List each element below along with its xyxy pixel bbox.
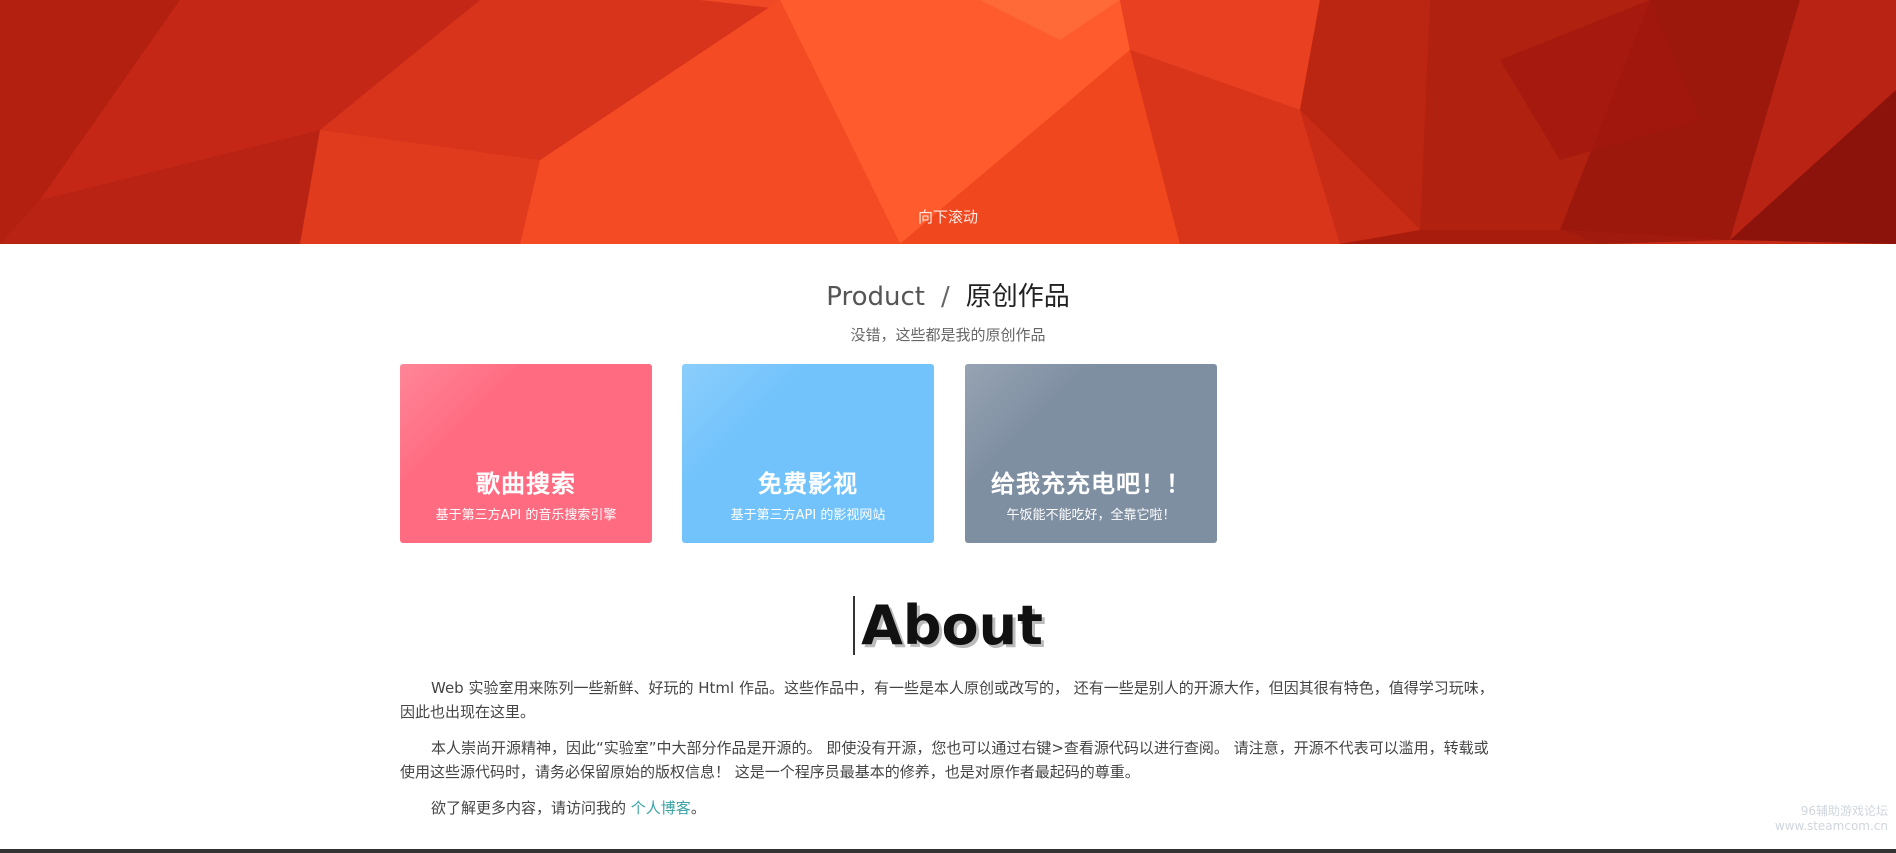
card-song-search[interactable]: 歌曲搜索 基于第三方API 的音乐搜索引擎 [400, 364, 652, 543]
title-separator: / [940, 282, 950, 312]
product-subtitle: 没错，这些都是我的原创作品 [850, 326, 1046, 344]
product-title-en: Product [826, 282, 925, 312]
hero-banner: 向下滚动 [0, 0, 1896, 244]
about-paragraph-3-end: 。 [690, 799, 706, 817]
card-title: 免费影视 [758, 470, 858, 498]
card-title: 歌曲搜索 [476, 470, 576, 498]
product-title-cn: 原创作品 [965, 282, 1070, 312]
card-free-video[interactable]: 免费影视 基于第三方API 的影视网站 [682, 364, 934, 543]
watermark: 96辅助游戏论坛 www.steamcom.cn [1775, 804, 1888, 834]
about-title: About [853, 596, 1043, 655]
about-paragraph-3-text: 欲了解更多内容，请访问我的 [431, 799, 627, 817]
about-paragraph-1: Web 实验室用来陈列一些新鲜、好玩的 Html 作品。这些作品中，有一些是本人… [400, 679, 1494, 721]
card-description: 基于第三方API 的影视网站 [730, 508, 886, 523]
about-content: Web 实验室用来陈列一些新鲜、好玩的 Html 作品。这些作品中，有一些是本人… [400, 676, 1496, 832]
about-paragraph-2: 本人崇尚开源精神，因此“实验室”中大部分作品是开源的。 即使没有开源，您也可以通… [400, 739, 1489, 781]
scroll-down-link[interactable]: 向下滚动 [0, 206, 1896, 227]
footer-bar [0, 849, 1896, 853]
card-title: 给我充充电吧！！ [991, 470, 1191, 498]
watermark-line-1: 96辅助游戏论坛 [1800, 804, 1888, 818]
card-description: 基于第三方API 的音乐搜索引擎 [435, 508, 617, 523]
card-donate[interactable]: 给我充充电吧！！ 午饭能不能吃好，全靠它啦！ [965, 364, 1217, 543]
personal-blog-link[interactable]: 个人博客 [631, 799, 691, 817]
about-paragraph-3: 欲了解更多内容，请访问我的 个人博客。 [400, 796, 1496, 820]
product-section-title: Product / 原创作品 [0, 276, 1896, 313]
card-description: 午饭能不能吃好，全靠它啦！ [1006, 508, 1176, 523]
page: 向下滚动 Product / 原创作品 没错，这些都是我的原创作品 歌曲搜索 基于第… [0, 0, 1896, 853]
watermark-line-2: www.steamcom.cn [1774, 819, 1888, 833]
about-heading: About [0, 596, 1896, 655]
